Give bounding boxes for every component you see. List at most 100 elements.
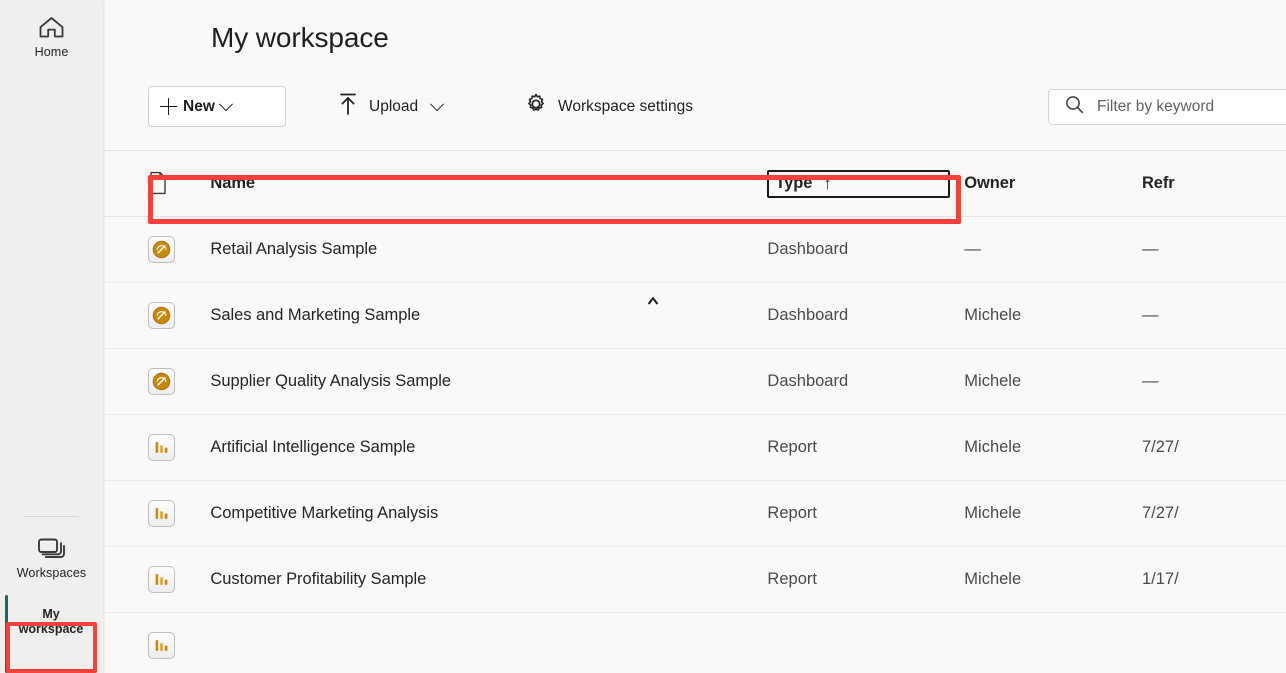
selected-workspace-indicator: [5, 595, 8, 673]
power-bi-workspace-page: Home Workspaces My workspace My: [0, 0, 1286, 673]
search-input[interactable]: [1097, 98, 1286, 116]
workspace-settings-label: Workspace settings: [558, 98, 693, 116]
row-owner-cell: Michele: [964, 570, 1142, 589]
row-type-icon-cell: [148, 500, 210, 527]
row-owner-label: —: [964, 240, 981, 258]
upload-button-label: Upload: [369, 98, 418, 116]
workspaces-icon: [35, 533, 69, 563]
sidebar-item-label-home: Home: [35, 45, 69, 59]
gear-icon: [524, 92, 548, 121]
row-type-cell: Dashboard: [767, 372, 964, 391]
row-type-icon-cell: [148, 368, 210, 395]
dashboard-gauge-icon: [148, 368, 175, 395]
column-header-name-label: Name: [210, 174, 255, 192]
document-icon: [148, 171, 172, 197]
row-type-cell: Report: [767, 438, 964, 457]
upload-arrow-icon: [337, 91, 359, 122]
row-name-label: Retail Analysis Sample: [210, 240, 377, 258]
row-owner-cell: Michele: [964, 306, 1142, 325]
sidebar-item-label-my-workspace-line2: workspace: [19, 622, 84, 637]
workspace-main-area: My workspace New Upload: [103, 0, 1286, 673]
row-type-label: Report: [767, 438, 817, 456]
row-refreshed-cell: —: [1142, 240, 1286, 259]
row-owner-label: Michele: [964, 504, 1021, 522]
row-owner-label: Michele: [964, 570, 1021, 588]
sort-ascending-icon: ↑: [823, 175, 832, 192]
row-type-label: Dashboard: [767, 372, 848, 390]
row-owner-label: Michele: [964, 306, 1021, 324]
table-row[interactable]: Customer Profitability Sample Report Mic…: [103, 547, 1286, 613]
search-icon: [1065, 95, 1084, 119]
column-header-type[interactable]: Type ↑: [767, 170, 964, 198]
row-type-label: Report: [767, 570, 817, 588]
table-row[interactable]: Supplier Quality Analysis Sample Dashboa…: [103, 349, 1286, 415]
row-name-cell[interactable]: Retail Analysis Sample: [210, 240, 767, 259]
row-refreshed-cell: —: [1142, 306, 1286, 325]
row-type-icon-cell: [148, 632, 213, 659]
row-name-cell[interactable]: Artificial Intelligence Sample: [210, 438, 767, 457]
chevron-down-icon: [430, 97, 444, 111]
workspace-items-table: Name Type ↑ Owner Refr: [103, 151, 1286, 673]
sidebar-item-my-workspace-container: My workspace: [0, 590, 103, 673]
row-name-label: Sales and Marketing Sample: [210, 306, 420, 324]
row-type-cell: Report: [767, 570, 964, 589]
row-owner-label: Michele: [964, 372, 1021, 390]
row-refreshed-label: 7/27/: [1142, 504, 1179, 522]
table-row-partial[interactable]: [103, 613, 1286, 673]
plus-icon: [160, 98, 177, 115]
row-name-label: Competitive Marketing Analysis: [210, 504, 438, 522]
row-refreshed-label: 7/27/: [1142, 438, 1179, 456]
report-bars-icon: [148, 566, 175, 593]
new-button-label: New: [183, 98, 215, 116]
mouse-cursor-artifact: [648, 297, 658, 305]
dashboard-gauge-icon: [148, 302, 175, 329]
dashboard-gauge-icon: [148, 236, 175, 263]
filter-search-box[interactable]: [1048, 89, 1286, 125]
sidebar-item-home[interactable]: Home: [0, 4, 103, 65]
row-refreshed-label: —: [1142, 240, 1159, 258]
row-refreshed-label: 1/17/: [1142, 570, 1179, 588]
left-navigation-sidebar: Home Workspaces My workspace: [0, 0, 103, 673]
row-type-icon-cell: [148, 566, 210, 593]
sidebar-item-workspaces[interactable]: Workspaces: [0, 525, 103, 586]
row-name-label: Supplier Quality Analysis Sample: [210, 372, 451, 390]
row-owner-cell: —: [964, 240, 1142, 259]
table-row[interactable]: Artificial Intelligence Sample Report Mi…: [103, 415, 1286, 481]
column-header-refreshed[interactable]: Refr: [1142, 174, 1286, 193]
row-name-cell[interactable]: Competitive Marketing Analysis: [210, 504, 767, 523]
table-row[interactable]: Sales and Marketing Sample Dashboard Mic…: [103, 283, 1286, 349]
column-header-type-label: Type: [775, 174, 812, 193]
row-name-cell[interactable]: Supplier Quality Analysis Sample: [210, 372, 767, 391]
row-name-cell[interactable]: Customer Profitability Sample: [210, 570, 767, 589]
upload-button[interactable]: Upload: [331, 86, 448, 127]
sidebar-item-label-my-workspace-line1: My: [42, 607, 59, 622]
table-header-row: Name Type ↑ Owner Refr: [103, 151, 1286, 217]
column-header-type-focus-box[interactable]: Type ↑: [767, 170, 950, 198]
row-name-label: Artificial Intelligence Sample: [210, 438, 415, 456]
workspace-settings-button[interactable]: Workspace settings: [518, 86, 699, 127]
page-title: My workspace: [211, 22, 389, 54]
new-button[interactable]: New: [148, 86, 286, 127]
row-owner-cell: Michele: [964, 504, 1142, 523]
row-type-cell: Report: [767, 504, 964, 523]
row-owner-label: Michele: [964, 438, 1021, 456]
sidebar-item-my-workspace[interactable]: My workspace: [11, 607, 91, 637]
column-header-owner-label: Owner: [964, 174, 1015, 192]
column-header-refreshed-label: Refr: [1142, 174, 1175, 192]
row-name-label: Customer Profitability Sample: [210, 570, 426, 588]
row-name-cell[interactable]: Sales and Marketing Sample: [210, 306, 767, 325]
sidebar-spacer: [0, 65, 103, 515]
table-row[interactable]: Competitive Marketing Analysis Report Mi…: [103, 481, 1286, 547]
workspace-command-bar: New Upload: [103, 84, 1286, 150]
row-type-cell: Dashboard: [767, 306, 964, 325]
column-header-owner[interactable]: Owner: [964, 174, 1142, 193]
row-type-icon-cell: [148, 236, 210, 263]
row-type-cell: Dashboard: [767, 240, 964, 259]
column-header-icon: [148, 171, 210, 197]
row-refreshed-label: —: [1142, 306, 1159, 324]
column-header-name[interactable]: Name: [210, 174, 767, 193]
report-bars-icon: [148, 434, 175, 461]
table-row[interactable]: Retail Analysis Sample Dashboard — —: [103, 217, 1286, 283]
row-type-icon-cell: [148, 302, 210, 329]
row-refreshed-cell: 7/27/: [1142, 438, 1286, 457]
